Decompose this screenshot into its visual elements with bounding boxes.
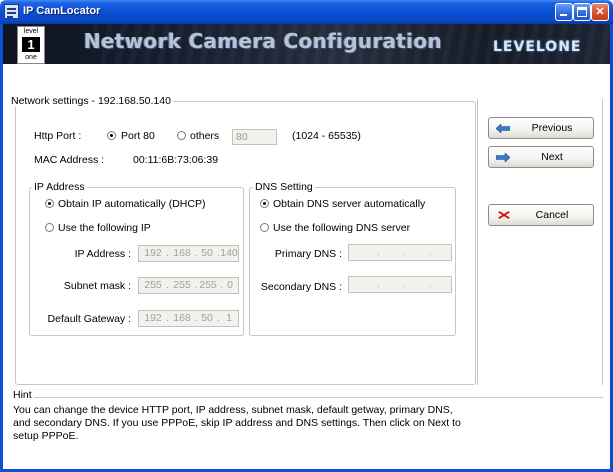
window-frame-left — [0, 24, 3, 472]
http-port-label: Http Port : — [34, 130, 82, 142]
left-arrow-icon — [496, 124, 510, 133]
port-input[interactable]: 80 — [232, 129, 277, 145]
ip-address-label: IP Address : — [74, 248, 131, 260]
manual-ip-label[interactable]: Use the following IP — [58, 222, 151, 234]
secondary-dns-label: Secondary DNS : — [260, 281, 342, 293]
hint-label: Hint — [11, 389, 34, 401]
previous-button[interactable]: Previous — [488, 117, 594, 139]
right-arrow-icon — [496, 153, 510, 162]
dns-auto-label[interactable]: Obtain DNS server automatically — [273, 198, 425, 210]
next-button-label: Next — [541, 151, 563, 163]
ip-address-group-label: IP Address — [32, 181, 87, 193]
cancel-button[interactable]: Cancel — [488, 204, 594, 226]
mask-octet-1: 255 — [144, 279, 162, 291]
gateway-octet-3: 50 — [201, 312, 213, 324]
ip-address-input[interactable]: 192. 168. 50. 140 — [138, 245, 239, 262]
ip-octet-3: 50 — [201, 247, 213, 259]
dns-manual-label[interactable]: Use the following DNS server — [273, 222, 410, 234]
mac-address-label: MAC Address : — [34, 154, 105, 166]
port80-label[interactable]: Port 80 — [121, 130, 155, 142]
port-others-radio[interactable] — [177, 131, 186, 140]
primary-dns-input[interactable]: ... — [348, 244, 452, 261]
mac-address-value: 00:11:6B:73:06:39 — [133, 154, 219, 166]
dhcp-label[interactable]: Obtain IP automatically (DHCP) — [58, 198, 205, 210]
primary-dns-label: Primary DNS : — [274, 248, 342, 260]
network-settings-label: Network settings - 192.168.50.140 — [9, 95, 173, 107]
logo-mark: 1 — [22, 37, 40, 52]
dns-manual-radio[interactable] — [260, 223, 269, 232]
dhcp-radio[interactable] — [45, 199, 54, 208]
previous-button-label: Previous — [531, 122, 573, 134]
port-range-text: (1024 - 65535) — [292, 130, 361, 142]
mask-octet-3: 255 — [199, 279, 217, 291]
mask-octet-2: 255 — [173, 279, 191, 291]
gateway-octet-1: 192 — [144, 312, 162, 324]
secondary-dns-input[interactable]: ... — [348, 276, 452, 293]
gateway-octet-2: 168 — [173, 312, 191, 324]
logo-bottom-text: one — [25, 54, 37, 61]
default-gateway-input[interactable]: 192. 168. 50. 1 — [138, 310, 239, 327]
cancel-button-label: Cancel — [535, 209, 569, 221]
ip-octet-2: 168 — [173, 247, 191, 259]
brand-name: LEVELONE — [493, 39, 582, 55]
mask-octet-4: 0 — [227, 279, 233, 291]
port-others-label[interactable]: others — [190, 130, 219, 142]
ip-octet-1: 192 — [144, 247, 162, 259]
hint-separator — [15, 397, 603, 398]
banner-title: Network Camera Configuration — [84, 29, 443, 53]
logo-top-text: level — [23, 28, 39, 35]
app-icon — [4, 4, 19, 19]
gateway-octet-4: 1 — [226, 312, 232, 324]
panel-divider-right — [602, 99, 603, 385]
next-button[interactable]: Next — [488, 146, 594, 168]
ip-octet-4: 140 — [220, 247, 238, 259]
level-one-logo: level 1 one — [17, 26, 45, 64]
dns-setting-group-label: DNS Setting — [253, 181, 315, 193]
default-gateway-label: Default Gateway : — [47, 313, 131, 325]
cancel-x-icon — [498, 211, 510, 219]
subnet-mask-label: Subnet mask : — [63, 280, 131, 292]
panel-divider — [477, 99, 478, 385]
maximize-button[interactable] — [573, 3, 591, 21]
minimize-button[interactable] — [555, 3, 573, 21]
window-title: IP CamLocator — [23, 5, 101, 17]
dns-auto-radio[interactable] — [260, 199, 269, 208]
close-button[interactable]: ✕ — [591, 3, 609, 21]
subnet-mask-input[interactable]: 255. 255. 255. 0 — [138, 277, 239, 294]
port80-radio[interactable] — [107, 131, 116, 140]
manual-ip-radio[interactable] — [45, 223, 54, 232]
hint-text: You can change the device HTTP port, IP … — [13, 404, 461, 442]
